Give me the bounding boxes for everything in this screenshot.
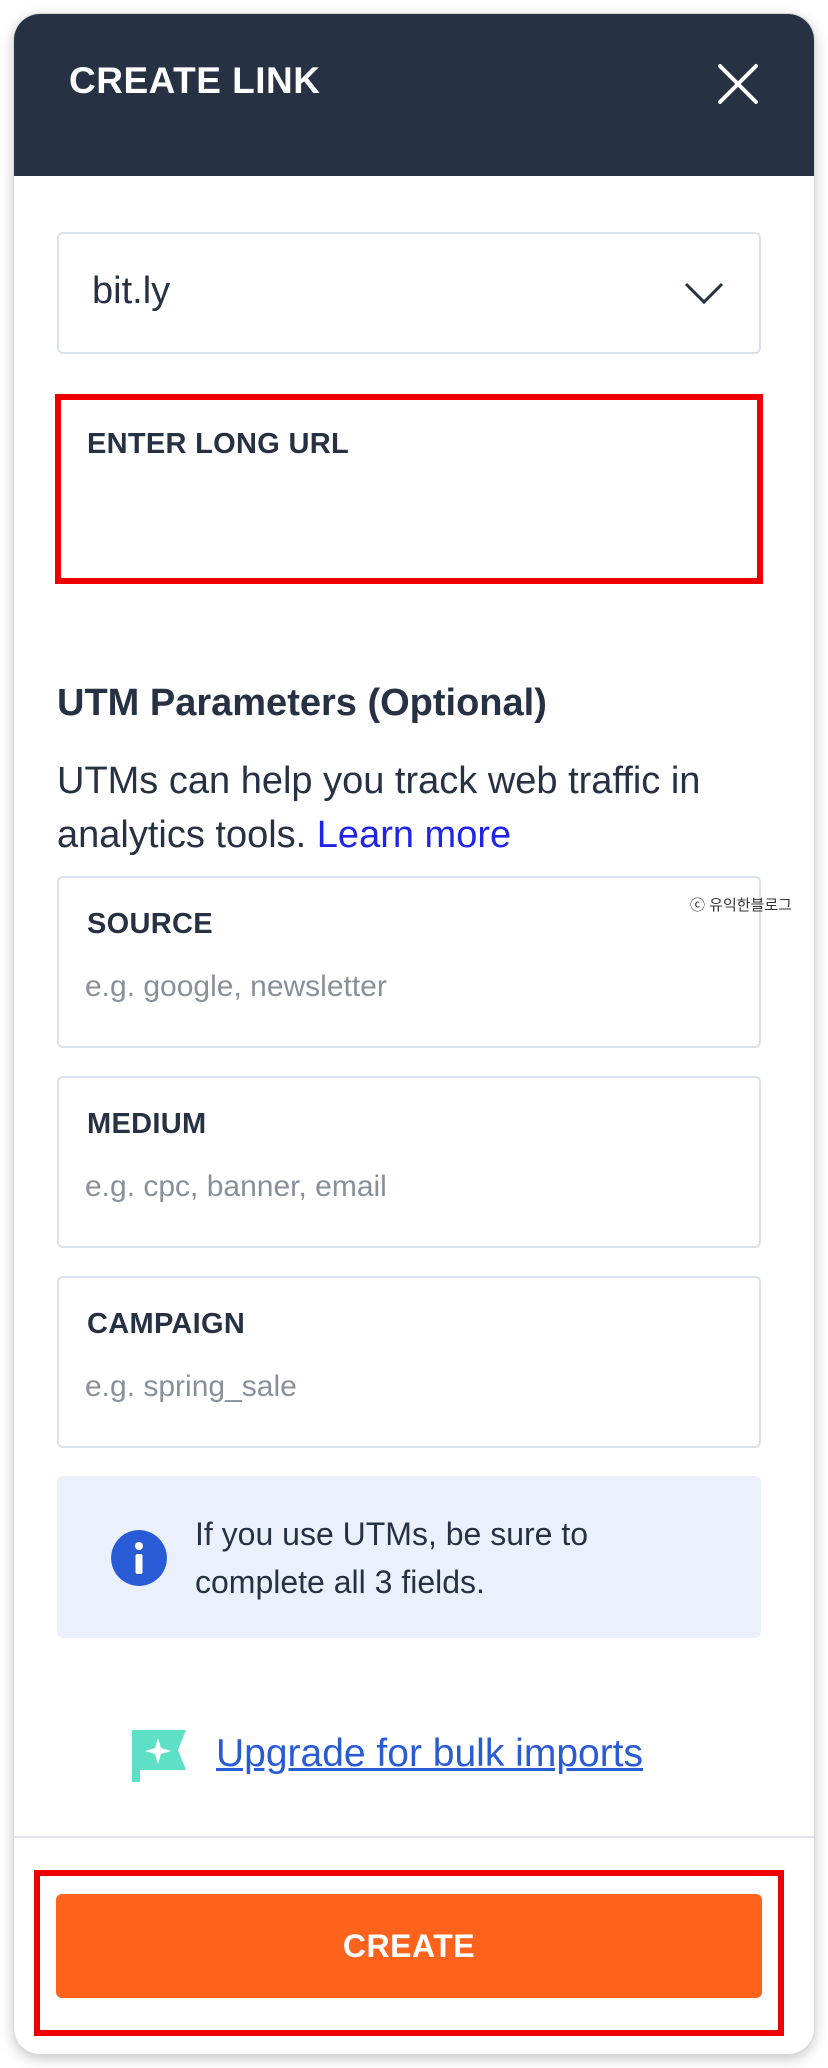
close-icon [718,64,758,104]
upgrade-bulk-imports-link[interactable]: Upgrade for bulk imports [216,1732,643,1776]
sparkle-flag-icon [132,1730,186,1782]
utm-heading: UTM Parameters (Optional) [57,682,547,724]
info-text: If you use UTMs, be sure to complete all… [195,1516,589,1600]
long-url-field[interactable]: ENTER LONG URL [57,394,761,582]
source-field[interactable]: SOURCE [57,876,761,1048]
create-link-panel: CREATE LINK bit.ly ENTER LONG URL UTM Pa… [14,14,814,2054]
campaign-label: CAMPAIGN [87,1308,246,1340]
utm-info-notice: If you use UTMs, be sure to complete all… [57,1476,761,1638]
source-label: SOURCE [87,908,213,940]
info-icon [111,1530,167,1586]
domain-select[interactable]: bit.ly [57,232,761,354]
source-input[interactable] [85,962,725,1012]
learn-more-link[interactable]: Learn more [317,814,511,856]
long-url-input[interactable] [85,480,725,530]
panel-title: CREATE LINK [69,60,321,101]
medium-label: MEDIUM [87,1108,207,1140]
panel-header: CREATE LINK [14,14,814,176]
chevron-down-icon [684,282,724,305]
medium-field[interactable]: MEDIUM [57,1076,761,1248]
medium-input[interactable] [85,1162,725,1212]
campaign-field[interactable]: CAMPAIGN [57,1276,761,1448]
domain-value: bit.ly [92,270,171,312]
watermark: ⓒ 유익한블로그 [690,897,792,914]
upgrade-row: Upgrade for bulk imports [128,1726,728,1796]
footer-divider [14,1836,814,1838]
close-button[interactable] [714,60,762,108]
long-url-label: ENTER LONG URL [87,428,349,460]
create-button[interactable]: CREATE [56,1894,762,1998]
campaign-input[interactable] [85,1362,725,1412]
utm-description: UTMs can help you track web traffic in a… [57,754,777,862]
